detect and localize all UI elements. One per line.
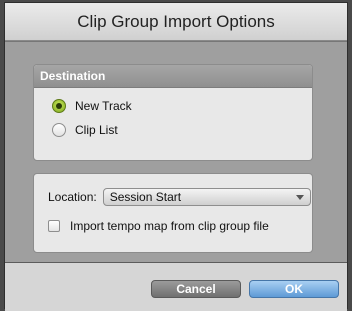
ok-button[interactable]: OK xyxy=(249,280,339,298)
tempo-map-option[interactable]: Import tempo map from clip group file xyxy=(48,219,269,233)
tempo-map-label: Import tempo map from clip group file xyxy=(70,219,269,233)
dialog-body: Destination New Track Clip List Location… xyxy=(5,41,347,262)
cancel-button[interactable]: Cancel xyxy=(151,280,241,298)
dialog-title: Clip Group Import Options xyxy=(77,11,275,31)
location-select[interactable]: Session Start xyxy=(102,188,311,206)
location-row: Location: Session Start xyxy=(48,188,311,206)
destination-header: Destination xyxy=(34,65,312,88)
radio-clip-list[interactable]: Clip List xyxy=(52,123,118,137)
clip-group-import-dialog: Clip Group Import Options Destination Ne… xyxy=(4,2,348,311)
radio-clip-list-label: Clip List xyxy=(75,123,118,137)
radio-unselected-icon[interactable] xyxy=(52,123,66,137)
title-bar: Clip Group Import Options xyxy=(5,3,347,41)
tempo-map-checkbox[interactable] xyxy=(48,220,60,232)
radio-new-track-label: New Track xyxy=(75,99,132,113)
chevron-down-icon xyxy=(295,194,304,200)
destination-group: Destination New Track Clip List xyxy=(33,64,313,161)
radio-selected-icon[interactable] xyxy=(52,99,66,113)
location-label: Location: xyxy=(48,190,97,204)
location-select-value: Session Start xyxy=(109,190,182,204)
location-group: Location: Session Start Import tempo map… xyxy=(33,173,313,253)
radio-new-track[interactable]: New Track xyxy=(52,99,132,113)
dialog-footer: Cancel OK xyxy=(5,262,347,311)
